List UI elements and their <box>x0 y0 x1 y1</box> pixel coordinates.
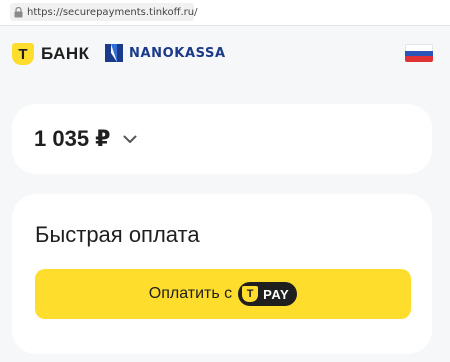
russia-flag-icon[interactable] <box>405 44 433 62</box>
chevron-down-icon[interactable] <box>122 131 138 147</box>
payment-amount: 1 035 ₽ <box>34 126 111 151</box>
url-field[interactable]: https://securepayments.tinkoff.ru/ <box>10 3 198 21</box>
browser-address-bar[interactable]: https://securepayments.tinkoff.ru/ <box>0 0 450 26</box>
page-header: Т БАНК NANOKASSA <box>0 26 450 88</box>
tpay-badge: Т PAY <box>238 282 298 306</box>
pay-with-tpay-button[interactable]: Оплатить с Т PAY <box>35 269 411 319</box>
tpay-mark: Т <box>246 288 254 300</box>
pay-button-label: Оплатить с <box>148 285 233 302</box>
lock-icon <box>14 5 23 19</box>
tpay-text: PAY <box>263 286 290 302</box>
tbank-name: БАНК <box>41 44 90 63</box>
fast-payment-card: Быстрая оплата Оплатить с Т PAY <box>12 194 432 354</box>
nanokassa-logo[interactable]: NANOKASSA <box>103 41 226 65</box>
tbank-mark: Т <box>18 45 28 63</box>
amount-card[interactable]: 1 035 ₽ <box>12 104 432 174</box>
url-text: https://securepayments.tinkoff.ru/ <box>27 6 198 18</box>
tbank-logo[interactable]: Т БАНК <box>12 43 90 65</box>
fast-payment-title: Быстрая оплата <box>35 222 200 247</box>
tbank-shield-icon: Т <box>12 43 34 65</box>
partner-name: NANOKASSA <box>129 45 226 61</box>
nanokassa-icon <box>105 44 123 62</box>
tpay-shield-icon: Т <box>242 286 259 302</box>
